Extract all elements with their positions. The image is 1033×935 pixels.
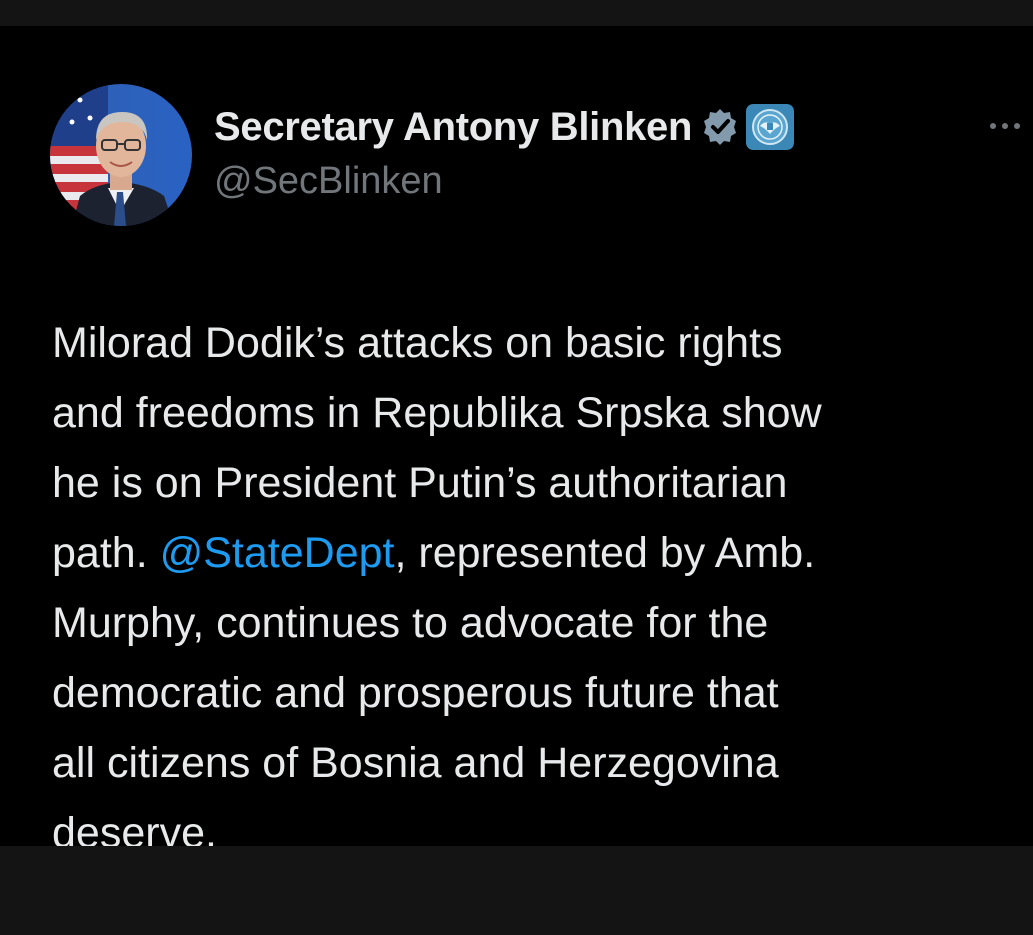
author-handle[interactable]: @SecBlinken bbox=[214, 160, 443, 203]
tweet-text-line: he is on President Putin’s authoritarian bbox=[52, 459, 788, 507]
tweet-text-line: path. @StateDept, represented by Amb. bbox=[52, 518, 1017, 588]
tweet-text-line: Milorad Dodik’s attacks on basic rights bbox=[52, 319, 783, 367]
avatar-photo bbox=[50, 84, 192, 226]
tweet-text-line: democratic and prosperous future that bbox=[52, 669, 779, 717]
bottom-margin bbox=[0, 846, 1033, 935]
tweet-text-line: Murphy, continues to advocate for the bbox=[52, 599, 769, 647]
us-state-department-seal-icon[interactable] bbox=[746, 104, 795, 150]
text-segment: path. bbox=[52, 529, 160, 577]
tweet-text-line: and freedoms in Republika Srpska show bbox=[52, 389, 822, 437]
author-name-row[interactable]: Secretary Antony Blinken bbox=[214, 100, 795, 154]
display-name[interactable]: Secretary Antony Blinken bbox=[214, 105, 692, 150]
tweet-text: Milorad Dodik’s attacks on basic rights … bbox=[52, 308, 1017, 868]
verified-badge-icon[interactable] bbox=[700, 107, 740, 147]
tweet-text-line: all citizens of Bosnia and Herzegovina bbox=[52, 739, 779, 787]
tweet-card[interactable]: Secretary Antony Blinken @SecBlinken Mil… bbox=[0, 26, 1033, 857]
top-margin bbox=[0, 0, 1033, 26]
text-segment: , represented by Amb. bbox=[394, 529, 816, 577]
more-options-icon[interactable] bbox=[985, 116, 1025, 136]
mention-link[interactable]: @StateDept bbox=[160, 529, 395, 577]
avatar[interactable] bbox=[50, 84, 192, 226]
